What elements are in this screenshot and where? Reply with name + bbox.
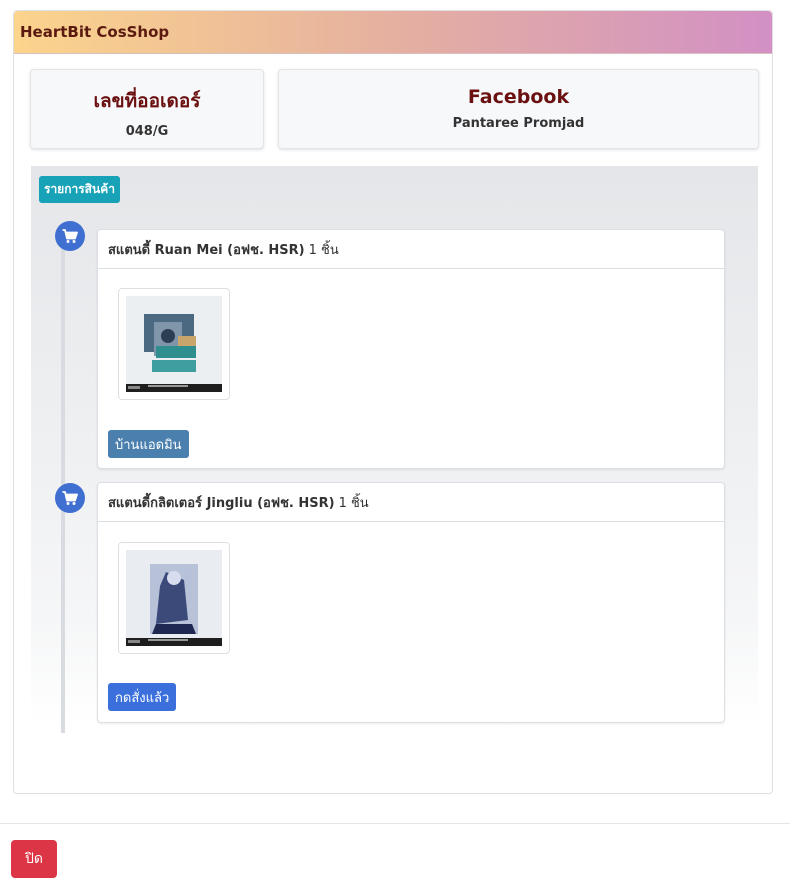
item-name: สแตนดี้ Ruan Mei (อฟช. HSR): [108, 242, 305, 258]
item-quantity: 1 ชิ้น: [338, 495, 369, 511]
timeline-line: [61, 228, 65, 733]
item-status-button[interactable]: กดสั่งแล้ว: [108, 683, 177, 711]
order-number-label: เลขที่ออเดอร์: [93, 90, 201, 112]
contact-label: Facebook: [467, 86, 570, 108]
item-name: สแตนดี้กลิตเตอร์ Jingliu (อฟช. HSR): [108, 495, 335, 511]
product-image[interactable]: [118, 288, 230, 400]
shop-title: HeartBit CosShop: [20, 23, 170, 41]
order-number-value: 048/G: [125, 124, 169, 139]
contact-box: Facebook Pantaree Promjad: [278, 69, 759, 149]
item-card: สแตนดี้กลิตเตอร์ Jingliu (อฟช. HSR) 1 ชิ…: [97, 482, 725, 723]
item-header: สแตนดี้กลิตเตอร์ Jingliu (อฟช. HSR) 1 ชิ…: [98, 483, 724, 522]
order-card: HeartBit CosShop เลขที่ออเดอร์ 048/G Fac…: [13, 10, 773, 794]
item-card: สแตนดี้ Ruan Mei (อฟช. HSR) 1 ชิ้น บ้านแ…: [97, 229, 725, 469]
contact-name: Pantaree Promjad: [452, 116, 585, 131]
items-badge: รายการสินค้า: [39, 176, 120, 203]
item-status-button[interactable]: บ้านแอดมิน: [108, 430, 189, 458]
product-image[interactable]: [118, 542, 230, 654]
items-panel: รายการสินค้า สแตนดี้ Ruan Mei (อฟช. HSR)…: [31, 166, 758, 733]
item-quantity: 1 ชิ้น: [308, 242, 339, 258]
card-header: HeartBit CosShop: [14, 11, 772, 54]
cart-icon: [55, 483, 85, 513]
item-header: สแตนดี้ Ruan Mei (อฟช. HSR) 1 ชิ้น: [98, 230, 724, 269]
close-button[interactable]: ปิด: [11, 840, 57, 878]
order-number-box: เลขที่ออเดอร์ 048/G: [30, 69, 264, 149]
cart-icon: [55, 221, 85, 251]
footer-divider: [0, 823, 790, 824]
